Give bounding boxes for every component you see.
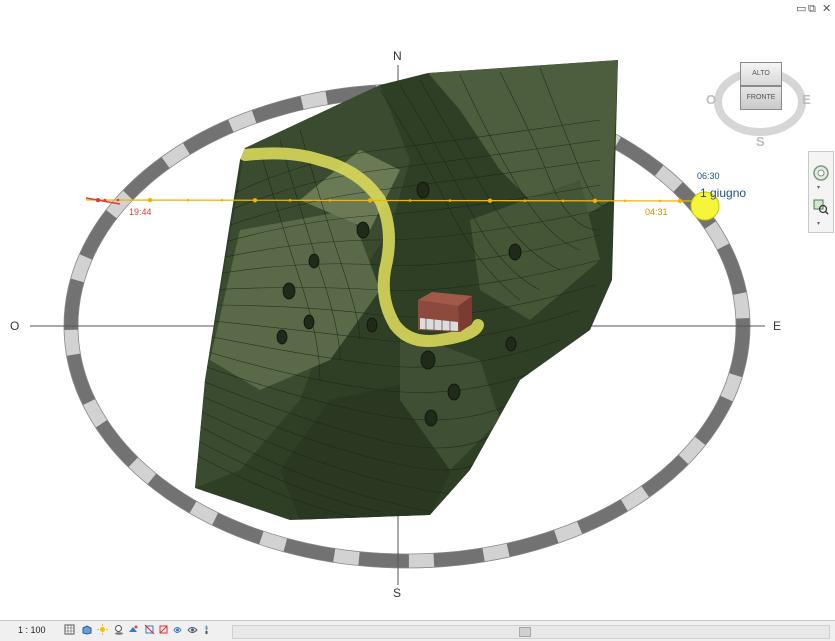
analysis-icon[interactable] [201, 624, 212, 635]
sun-path-hour-marker [487, 198, 493, 203]
sun-path-hour-marker [328, 199, 332, 202]
temporary-isolate-icon[interactable] [172, 624, 183, 635]
sun-path-hour-marker [367, 198, 373, 203]
sun-path-hour-marker [408, 199, 412, 202]
viewcube-front-face[interactable]: FRONTE [740, 86, 782, 110]
sunset-time-label: 19:44 [129, 207, 152, 217]
sun-path-hour-marker [186, 198, 190, 202]
current-time-label[interactable]: 06:30 [697, 171, 720, 181]
compass-south-label: S [393, 586, 402, 600]
sun-path-hour-marker [116, 198, 120, 202]
sun-path-hour-marker [623, 199, 627, 203]
sun-path-hour-marker [220, 198, 224, 202]
scrollbar-thumb[interactable] [519, 627, 531, 637]
compass-east-label: E [773, 319, 782, 333]
minimize-view-button[interactable]: ▭ [796, 2, 806, 15]
viewcube[interactable]: ALTO FRONTE O E S [706, 56, 812, 149]
viewcube-south[interactable]: S [756, 134, 765, 149]
sun-path-hour-marker [95, 197, 101, 203]
compass-west-label: O [10, 319, 20, 333]
render-icon[interactable] [128, 624, 139, 635]
viewcube-east[interactable]: E [802, 92, 811, 107]
steering-wheel-dropdown-icon[interactable]: ▾ [817, 184, 820, 191]
sun-date-label[interactable]: 1 giugno [700, 186, 746, 200]
sun-path-hour-marker [658, 199, 662, 203]
hide-crop-icon[interactable] [158, 624, 169, 635]
sun-path-icon[interactable] [97, 624, 108, 635]
sun-path-hour-marker [561, 199, 565, 203]
sun-path-hour-marker [252, 198, 258, 203]
sun-path-hour-marker [592, 198, 598, 204]
crop-view-icon[interactable] [144, 624, 155, 635]
zoom-region-icon[interactable] [812, 198, 830, 216]
sun-path-hour-marker [288, 199, 292, 202]
sun-path-hour-marker [147, 197, 153, 203]
viewcube-west[interactable]: O [706, 92, 716, 107]
reveal-hidden-icon[interactable] [187, 624, 198, 635]
restore-view-button[interactable]: ⧉ [808, 2, 816, 16]
sun-path-hour-marker [448, 199, 452, 202]
sun-path-hour-marker [103, 198, 107, 202]
viewcube-top-face[interactable]: ALTO [740, 62, 782, 86]
building-house[interactable] [418, 292, 472, 332]
terrain-toposurface[interactable] [195, 60, 618, 520]
horizontal-scrollbar[interactable] [232, 625, 830, 639]
steering-wheel-icon[interactable] [812, 164, 830, 182]
view-control-bar: 1 : 100 [0, 620, 835, 641]
compass-north-label: N [393, 49, 402, 63]
shadows-icon[interactable] [113, 624, 124, 635]
detail-level-icon[interactable] [64, 624, 75, 635]
scale-selector[interactable]: 1 : 100 [18, 625, 46, 635]
navigation-bar: ▾ ▾ [808, 151, 834, 233]
visual-style-icon[interactable] [81, 624, 92, 635]
sun-path-hour-marker [677, 198, 683, 204]
close-view-button[interactable]: ✕ [822, 2, 831, 15]
sunrise-time-label: 04:31 [645, 207, 668, 217]
sun-path-hour-marker [523, 199, 527, 203]
zoom-dropdown-icon[interactable]: ▾ [817, 220, 820, 227]
